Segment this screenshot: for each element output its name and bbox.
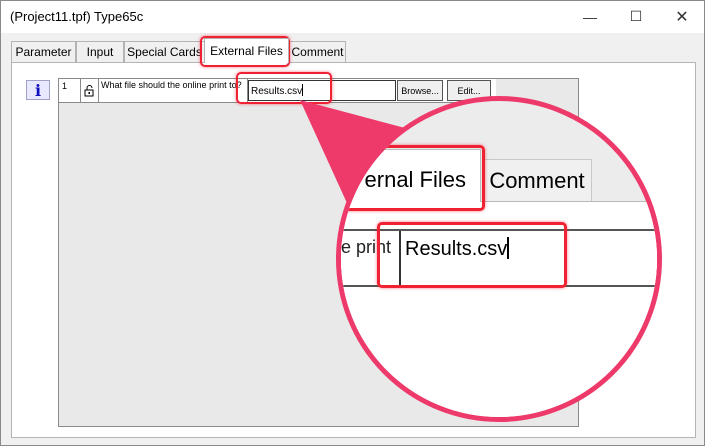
tab-external-files[interactable]: External Files bbox=[204, 38, 289, 63]
magnifier-tab-highlight bbox=[341, 145, 485, 211]
magnifier-content: ernal Files Comment e print Results.csv bbox=[341, 101, 657, 417]
magnifier-input-highlight bbox=[377, 222, 567, 288]
magnifier-callout: ernal Files Comment e print Results.csv bbox=[336, 96, 662, 422]
magnifier-tab-comment: Comment bbox=[482, 159, 592, 201]
